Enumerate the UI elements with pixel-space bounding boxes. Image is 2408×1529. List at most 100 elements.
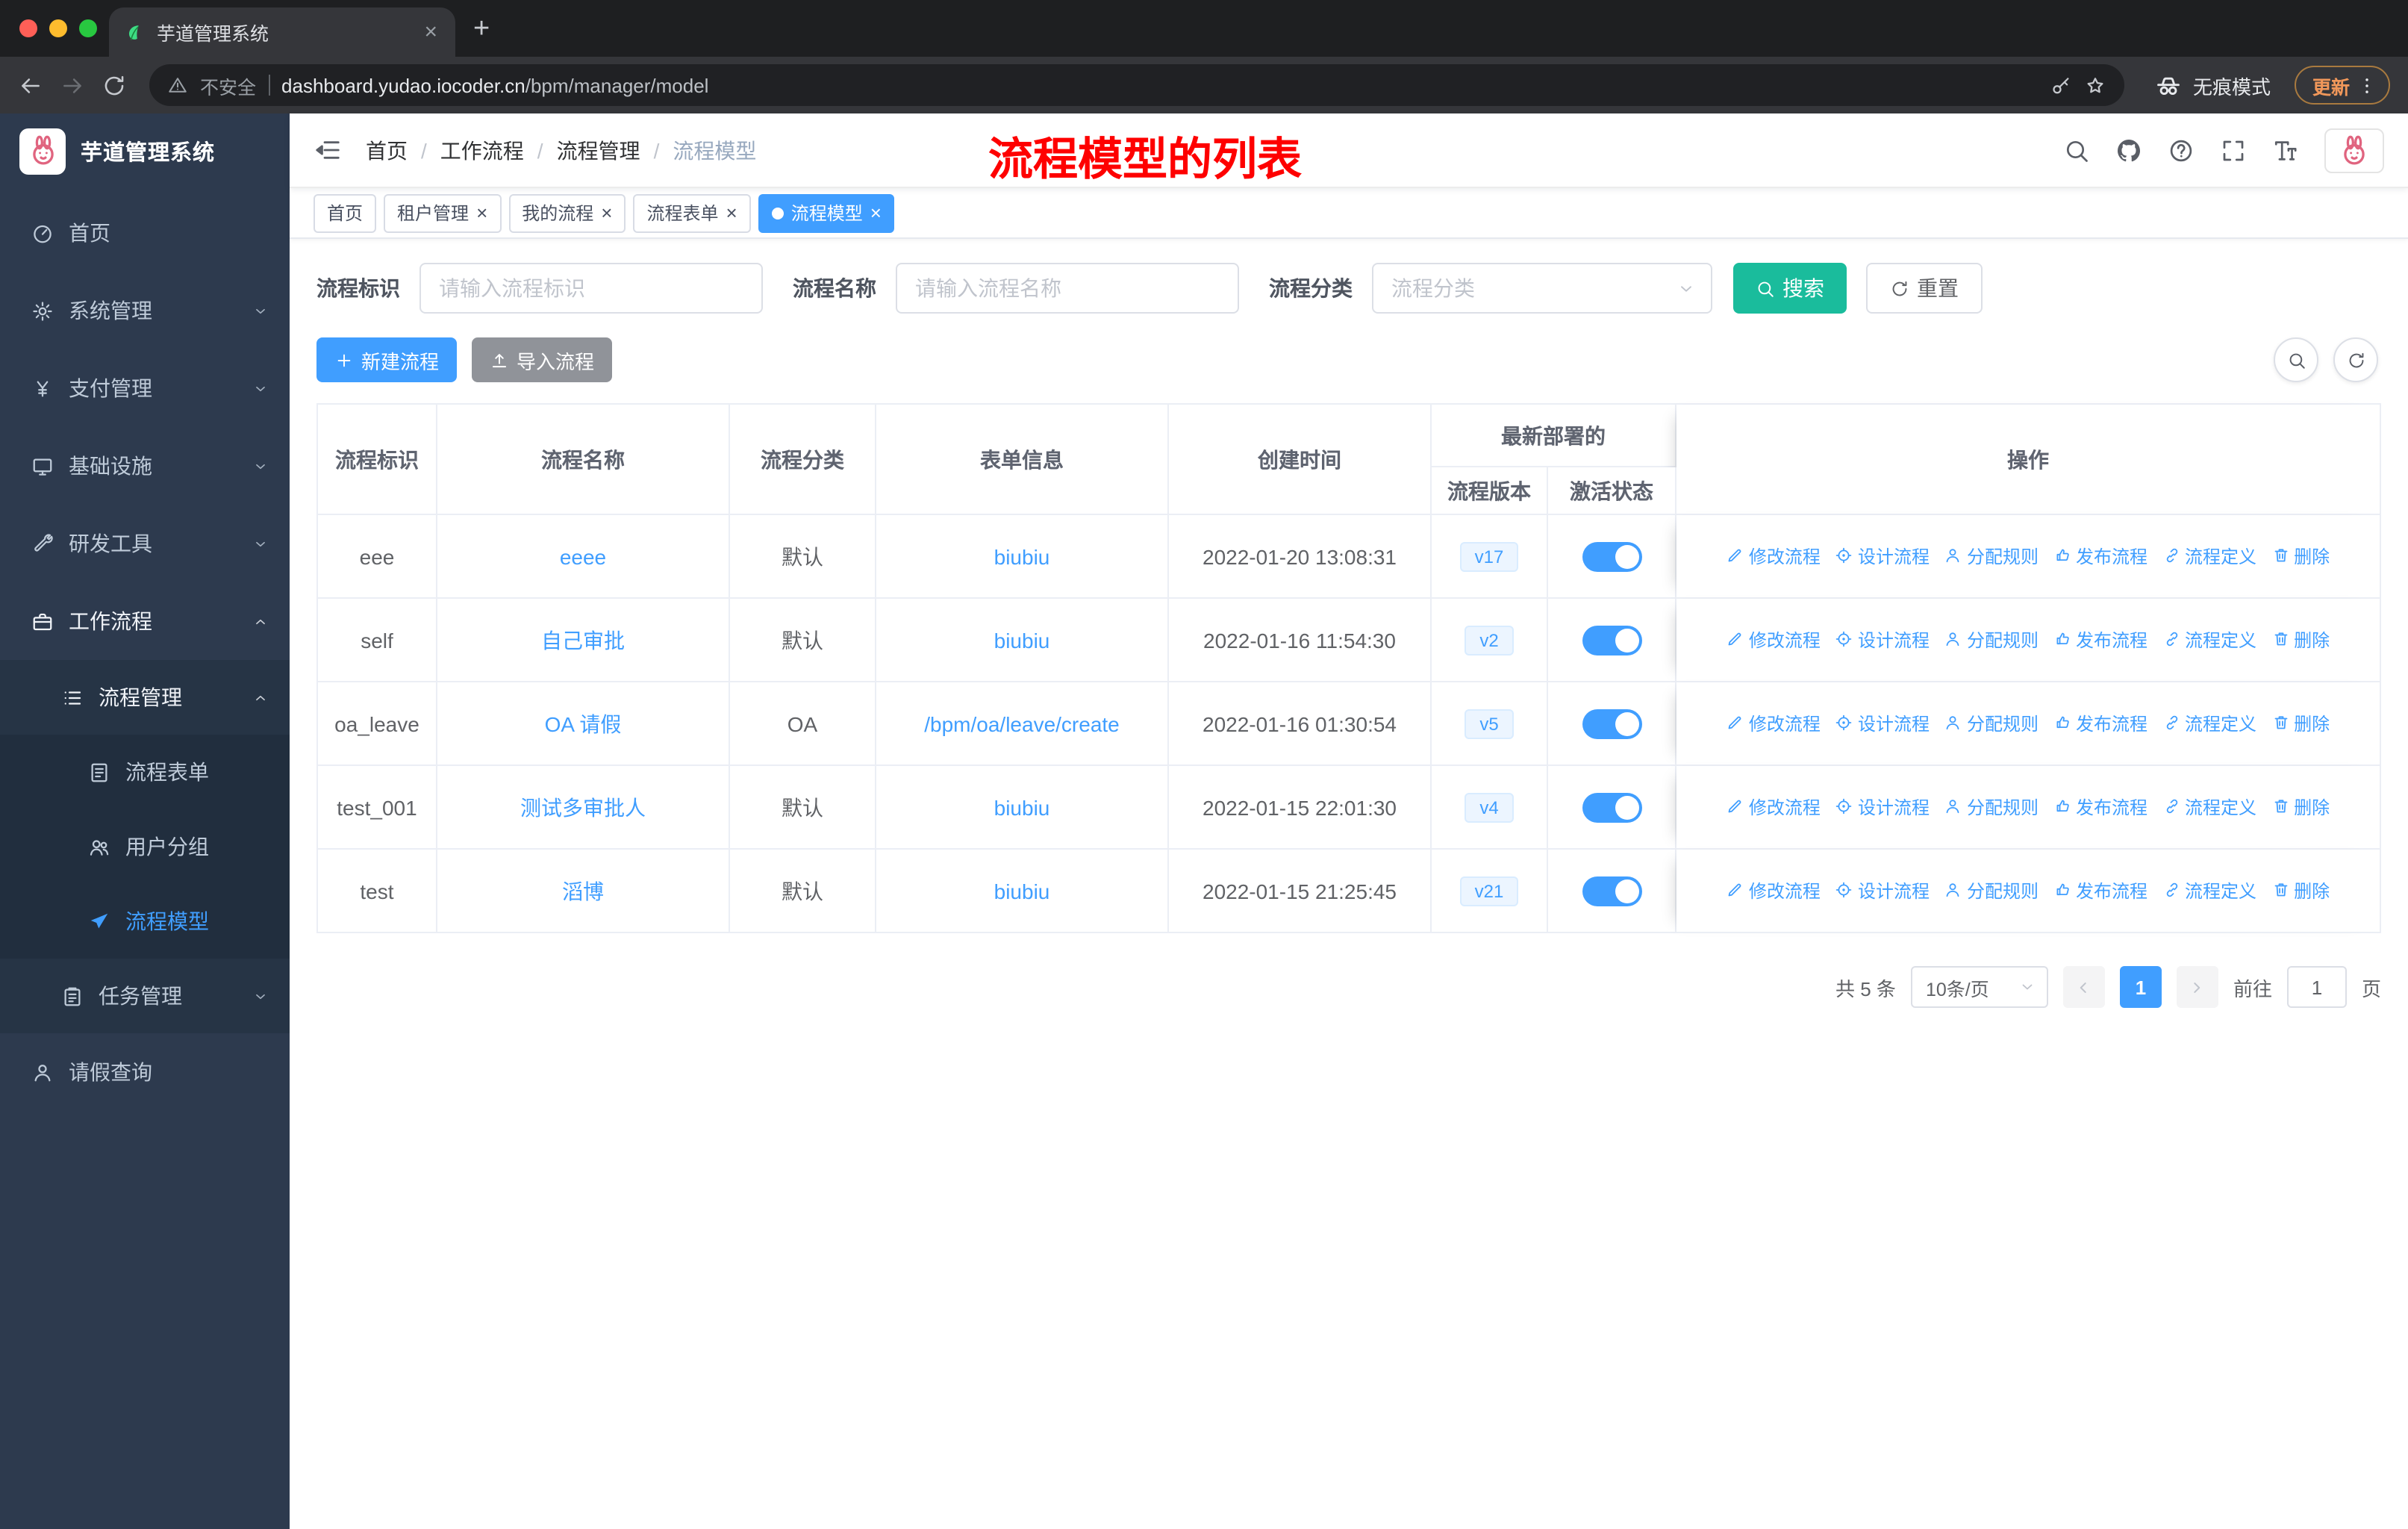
action-assign-rule[interactable]: 分配规则 — [1944, 878, 2039, 903]
bookmark-star-icon[interactable] — [2084, 74, 2106, 96]
action-assign-rule[interactable]: 分配规则 — [1944, 794, 2039, 820]
user-avatar[interactable] — [2324, 128, 2384, 172]
action-publish[interactable]: 发布流程 — [2053, 794, 2147, 820]
process-name-input[interactable] — [896, 263, 1239, 314]
tag-流程表单[interactable]: 流程表单 × — [633, 193, 751, 232]
app-logo[interactable]: 芋道管理系统 — [0, 113, 290, 188]
action-design[interactable]: 设计流程 — [1835, 794, 1930, 820]
prev-page-button[interactable] — [2062, 966, 2105, 1008]
fullscreen-icon[interactable] — [2220, 137, 2247, 164]
action-modify[interactable]: 修改流程 — [1727, 544, 1821, 569]
address-bar[interactable]: 不安全 dashboard.yudao.iocoder.cn/bpm/manag… — [149, 64, 2124, 106]
action-modify[interactable]: 修改流程 — [1727, 711, 1821, 736]
sidebar-item-user-group[interactable]: 用户分组 — [0, 809, 290, 884]
search-icon[interactable] — [2063, 137, 2090, 164]
process-name-link[interactable]: eeee — [560, 544, 606, 568]
sidebar-item-dev-tools[interactable]: 研发工具 — [0, 505, 290, 582]
active-status-toggle[interactable] — [1582, 792, 1641, 822]
form-info-link[interactable]: biubiu — [994, 795, 1050, 819]
toggle-search-button[interactable] — [2274, 337, 2318, 382]
breadcrumb-item[interactable]: 首页 — [366, 135, 408, 165]
back-button[interactable] — [18, 72, 43, 98]
breadcrumb-item[interactable]: 流程管理 — [557, 135, 640, 165]
security-label[interactable]: 不安全 — [200, 71, 256, 99]
action-delete[interactable]: 删除 — [2271, 544, 2330, 569]
import-process-button[interactable]: 导入流程 — [472, 337, 613, 382]
reload-button[interactable] — [102, 72, 127, 98]
sidebar-item-task-management[interactable]: 任务管理 — [0, 959, 290, 1033]
forward-button[interactable] — [60, 72, 85, 98]
action-definition[interactable]: 流程定义 — [2162, 878, 2256, 903]
next-page-button[interactable] — [2176, 966, 2218, 1008]
window-close-button[interactable] — [19, 19, 37, 37]
password-manager-icon[interactable] — [2050, 74, 2072, 96]
window-minimize-button[interactable] — [49, 19, 67, 37]
action-modify[interactable]: 修改流程 — [1727, 794, 1821, 820]
sidebar-toggle-button[interactable] — [314, 136, 342, 164]
action-delete[interactable]: 删除 — [2271, 627, 2330, 653]
active-status-toggle[interactable] — [1582, 709, 1641, 738]
refresh-table-button[interactable] — [2333, 337, 2378, 382]
browser-tab[interactable]: 芋道管理系统 × — [109, 7, 455, 57]
tag-流程模型[interactable]: 流程模型 × — [758, 193, 895, 232]
tab-close-icon[interactable]: × — [421, 19, 440, 45]
active-status-toggle[interactable] — [1582, 541, 1641, 571]
form-info-link[interactable]: biubiu — [994, 628, 1050, 652]
action-definition[interactable]: 流程定义 — [2162, 627, 2256, 653]
tag-close-icon[interactable]: × — [726, 203, 737, 222]
sidebar-item-infrastructure[interactable]: 基础设施 — [0, 427, 290, 505]
active-status-toggle[interactable] — [1582, 625, 1641, 655]
reset-button[interactable]: 重置 — [1866, 263, 1983, 314]
tag-close-icon[interactable]: × — [476, 203, 487, 222]
process-name-link[interactable]: 滔博 — [562, 879, 604, 903]
action-design[interactable]: 设计流程 — [1835, 711, 1930, 736]
action-delete[interactable]: 删除 — [2271, 711, 2330, 736]
process-name-link[interactable]: OA 请假 — [545, 711, 622, 735]
page-1-button[interactable]: 1 — [2119, 966, 2162, 1008]
sidebar-item-payment-management[interactable]: 支付管理 — [0, 349, 290, 427]
action-definition[interactable]: 流程定义 — [2162, 711, 2256, 736]
new-tab-button[interactable]: + — [473, 15, 490, 43]
tag-close-icon[interactable]: × — [601, 203, 612, 222]
process-key-input[interactable] — [419, 263, 763, 314]
action-definition[interactable]: 流程定义 — [2162, 794, 2256, 820]
window-zoom-button[interactable] — [79, 19, 97, 37]
search-button[interactable]: 搜索 — [1733, 263, 1847, 314]
process-name-link[interactable]: 测试多审批人 — [520, 795, 646, 819]
action-modify[interactable]: 修改流程 — [1727, 627, 1821, 653]
tag-我的流程[interactable]: 我的流程 × — [508, 193, 626, 232]
process-category-select[interactable]: 流程分类 — [1372, 263, 1712, 314]
create-process-button[interactable]: 新建流程 — [316, 337, 458, 382]
action-assign-rule[interactable]: 分配规则 — [1944, 627, 2039, 653]
github-icon[interactable] — [2115, 137, 2142, 164]
action-design[interactable]: 设计流程 — [1835, 544, 1930, 569]
sidebar-item-process-form[interactable]: 流程表单 — [0, 735, 290, 809]
action-definition[interactable]: 流程定义 — [2162, 544, 2256, 569]
breadcrumb-item[interactable]: 工作流程 — [440, 135, 524, 165]
sidebar-item-process-model[interactable]: 流程模型 — [0, 884, 290, 959]
active-status-toggle[interactable] — [1582, 876, 1641, 906]
tag-租户管理[interactable]: 租户管理 × — [384, 193, 502, 232]
sidebar-item-process-management[interactable]: 流程管理 — [0, 660, 290, 735]
action-modify[interactable]: 修改流程 — [1727, 878, 1821, 903]
sidebar-item-home[interactable]: 首页 — [0, 194, 290, 272]
sidebar-item-workflow[interactable]: 工作流程 — [0, 582, 290, 660]
action-publish[interactable]: 发布流程 — [2053, 627, 2147, 653]
form-info-link[interactable]: biubiu — [994, 544, 1050, 568]
action-design[interactable]: 设计流程 — [1835, 878, 1930, 903]
action-assign-rule[interactable]: 分配规则 — [1944, 544, 2039, 569]
browser-menu-icon[interactable] — [2356, 74, 2378, 96]
tag-close-icon[interactable]: × — [870, 203, 882, 222]
update-button[interactable]: 更新 — [2294, 66, 2390, 105]
sidebar-item-system-management[interactable]: 系统管理 — [0, 272, 290, 349]
action-delete[interactable]: 删除 — [2271, 878, 2330, 903]
action-publish[interactable]: 发布流程 — [2053, 711, 2147, 736]
sidebar-item-leave-query[interactable]: 请假查询 — [0, 1033, 290, 1111]
action-design[interactable]: 设计流程 — [1835, 627, 1930, 653]
font-size-icon[interactable] — [2272, 137, 2299, 164]
page-size-select[interactable]: 10条/页 — [1910, 966, 2048, 1008]
action-assign-rule[interactable]: 分配规则 — [1944, 711, 2039, 736]
form-info-link[interactable]: /bpm/oa/leave/create — [924, 711, 1120, 735]
action-publish[interactable]: 发布流程 — [2053, 544, 2147, 569]
action-publish[interactable]: 发布流程 — [2053, 878, 2147, 903]
